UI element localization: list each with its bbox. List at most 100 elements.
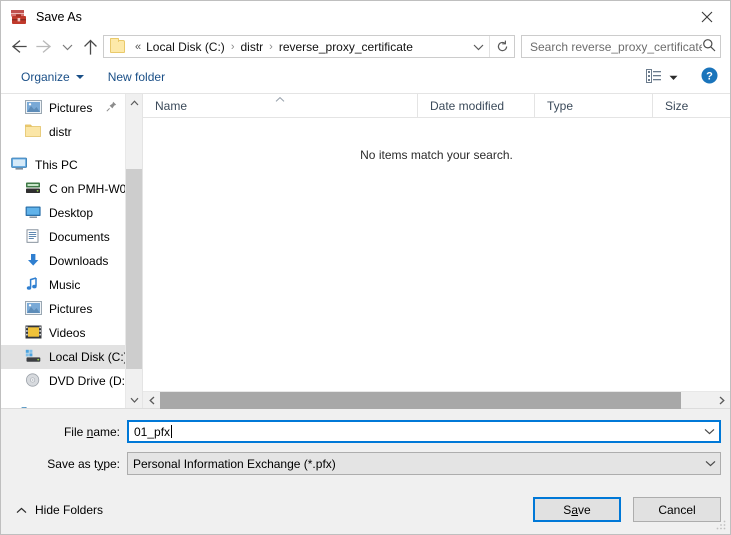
organize-button[interactable]: Organize: [15, 67, 90, 87]
sidebar-item-desktop[interactable]: Desktop: [1, 201, 125, 225]
sidebar-item-label: DVD Drive (D:) W: [49, 374, 125, 388]
documents-icon: [25, 229, 42, 245]
filetype-row: Save as type: Personal Information Excha…: [1, 450, 730, 477]
sidebar-item-documents[interactable]: Documents: [1, 225, 125, 249]
view-options-icon: [646, 68, 662, 86]
sidebar-item-label: Downloads: [49, 254, 109, 268]
sidebar-tree: Pictures distr This PC C on PMH-W0 Deskt…: [1, 94, 125, 408]
sidebar-item-dvd-drive-d[interactable]: DVD Drive (D:) W: [1, 369, 125, 393]
new-folder-button[interactable]: New folder: [102, 67, 171, 87]
hard-drive-icon: [25, 349, 42, 365]
downloads-icon: [25, 253, 42, 269]
network-drive-icon: [25, 181, 42, 197]
sidebar-item-local-disk-c[interactable]: Local Disk (C:): [1, 345, 125, 369]
text-caret: [171, 424, 173, 438]
column-header-label: Type: [547, 98, 574, 113]
filetype-label: Save as type:: [10, 457, 127, 471]
column-header-label: Size: [665, 98, 689, 113]
sidebar-item-label: Videos: [49, 326, 86, 340]
chevron-down-icon[interactable]: [701, 460, 720, 467]
sidebar-item-pictures-quick[interactable]: Pictures: [1, 96, 125, 120]
filename-value-wrap: 01_pfx: [129, 424, 700, 439]
up-arrow-icon[interactable]: [77, 34, 103, 60]
breadcrumb-separator[interactable]: ›: [225, 41, 241, 53]
file-list-horizontal-scrollbar[interactable]: [143, 391, 730, 409]
filename-row: File name: 01_pfx: [1, 418, 730, 445]
column-header-name[interactable]: Name: [143, 94, 418, 117]
sidebar-item-label: Desktop: [49, 206, 94, 220]
column-header-size[interactable]: Size: [653, 94, 730, 117]
hide-folders-button[interactable]: Hide Folders: [10, 503, 103, 517]
videos-icon: [25, 325, 42, 341]
file-list-header: Name Date modified Type Size: [143, 94, 730, 118]
svg-text:?: ?: [706, 71, 713, 83]
dvd-drive-icon: [25, 373, 42, 389]
chevron-left-icon[interactable]: [143, 392, 160, 409]
save-label-accel: a: [571, 502, 578, 517]
filename-label-pre: File: [63, 424, 87, 439]
save-button[interactable]: Save: [533, 497, 621, 522]
sidebar-item-videos[interactable]: Videos: [1, 321, 125, 345]
file-list-pane: Name Date modified Type Size No items ma…: [142, 94, 730, 409]
column-header-date-modified[interactable]: Date modified: [418, 94, 535, 117]
this-pc-icon: [11, 157, 28, 173]
sidebar-item-c-on-pmh[interactable]: C on PMH-W000: [1, 177, 125, 201]
sidebar-item-label: Network: [35, 407, 79, 408]
sidebar-item-this-pc[interactable]: This PC: [1, 153, 125, 177]
music-icon: [25, 277, 42, 293]
sidebar-item-music[interactable]: Music: [1, 273, 125, 297]
cancel-button[interactable]: Cancel: [633, 497, 721, 522]
filename-input[interactable]: 01_pfx: [127, 420, 721, 443]
chevron-down-icon[interactable]: [126, 391, 142, 408]
chevron-down-icon[interactable]: [669, 70, 678, 84]
network-icon: [11, 406, 28, 408]
dialog-body: Pictures distr This PC C on PMH-W0 Deskt…: [1, 94, 730, 409]
column-header-type[interactable]: Type: [535, 94, 653, 117]
breadcrumb-item-1[interactable]: distr: [240, 40, 263, 54]
search-icon[interactable]: [702, 38, 716, 55]
close-icon[interactable]: [684, 1, 730, 32]
search-input[interactable]: Search reverse_proxy_certificate: [521, 35, 721, 58]
help-button[interactable]: ?: [701, 67, 718, 87]
refresh-icon[interactable]: [490, 36, 514, 57]
chevron-right-icon[interactable]: [713, 392, 730, 409]
sidebar-item-distr[interactable]: distr: [1, 120, 125, 144]
save-button-label: Save: [563, 503, 590, 517]
save-label-post: ve: [578, 502, 591, 517]
horizontal-scroll-thumb[interactable]: [160, 391, 681, 409]
breadcrumb-item-0[interactable]: Local Disk (C:): [146, 40, 225, 54]
filetype-value: Personal Information Exchange (*.pfx): [133, 456, 336, 471]
breadcrumb-separator[interactable]: ›: [263, 41, 279, 53]
empty-state-message: No items match your search.: [360, 148, 513, 162]
sidebar-item-network[interactable]: Network: [1, 402, 125, 408]
sidebar-vertical-scrollbar[interactable]: [125, 94, 142, 408]
breadcrumb-overflow[interactable]: «: [130, 41, 146, 53]
filename-label-post: ame:: [93, 424, 120, 439]
resize-grip-icon[interactable]: [715, 519, 727, 531]
view-options-button[interactable]: [641, 66, 683, 89]
chevron-up-icon[interactable]: [126, 94, 142, 111]
chevron-down-icon[interactable]: [700, 428, 719, 435]
save-form: File name: 01_pfx Save as type: Personal…: [1, 408, 730, 485]
chevron-down-icon[interactable]: [468, 36, 490, 57]
sidebar-item-downloads[interactable]: Downloads: [1, 249, 125, 273]
desktop-icon: [25, 205, 42, 221]
sidebar-item-pictures[interactable]: Pictures: [1, 297, 125, 321]
save-as-dialog: Save As « Local Disk (C:) › distr › reve…: [0, 0, 731, 535]
pin-icon[interactable]: [106, 101, 117, 115]
sidebar-item-label: Local Disk (C:): [49, 350, 125, 364]
filetype-label-pre: Save as t: [47, 456, 98, 471]
organize-label: Organize: [21, 70, 70, 84]
back-arrow-icon[interactable]: [5, 34, 31, 60]
filetype-select[interactable]: Personal Information Exchange (*.pfx): [127, 452, 721, 475]
filename-value: 01_pfx: [134, 424, 171, 439]
sort-ascending-icon: [275, 92, 286, 106]
file-list-body[interactable]: No items match your search.: [143, 118, 730, 391]
forward-arrow-icon[interactable]: [31, 34, 57, 60]
recent-locations-icon[interactable]: [57, 34, 77, 60]
sidebar-item-label: Pictures: [49, 101, 93, 115]
breadcrumb[interactable]: « Local Disk (C:) › distr › reverse_prox…: [103, 35, 515, 58]
sidebar-item-label: Pictures: [49, 302, 93, 316]
breadcrumb-item-2[interactable]: reverse_proxy_certificate: [279, 40, 413, 54]
sidebar-scroll-thumb[interactable]: [126, 169, 142, 369]
